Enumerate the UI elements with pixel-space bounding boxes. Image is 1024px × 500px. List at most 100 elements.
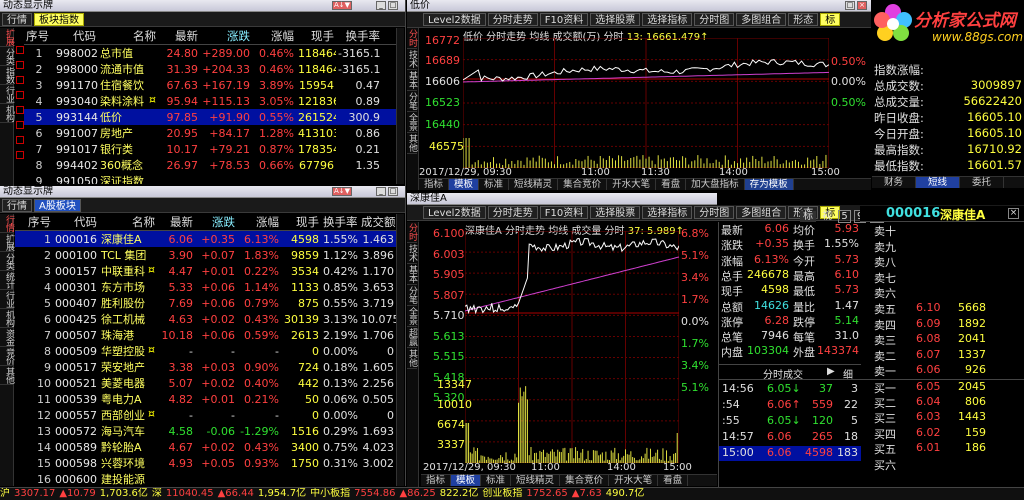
col-header-sorted[interactable]: 涨跌 xyxy=(200,28,252,45)
col-header[interactable]: 名称 xyxy=(98,28,158,45)
side-tab[interactable]: 机构 xyxy=(0,104,14,123)
side-tab[interactable]: 行业 xyxy=(0,85,14,104)
table-row[interactable]: 5 993144 低价 97.85 +91.90 0.55% 261524 300.9 xyxy=(24,109,402,125)
btab[interactable]: 模板 xyxy=(451,475,482,486)
tab-select-stock[interactable]: 选择股票 xyxy=(590,206,641,219)
tick-row[interactable]: 15:00 6.06 4598 183 xyxy=(719,446,861,461)
ticks-arrow-icon[interactable]: ▶ xyxy=(827,366,835,377)
btab-entrust[interactable]: 委托 xyxy=(960,177,1005,188)
btab[interactable]: 指标 xyxy=(419,179,450,190)
bid-level-row[interactable]: 买一 6.05 2045 xyxy=(860,379,1024,395)
table-row[interactable]: 1 000016 深康佳A 6.06 +0.35 6.13% 4598 1.55% 1.463 xyxy=(15,230,396,247)
scrollbar[interactable] xyxy=(396,28,404,184)
side-tab[interactable]: 竞价 xyxy=(0,347,14,366)
btab-finance[interactable]: 财务 xyxy=(872,177,917,188)
btab[interactable]: 看盘 xyxy=(658,475,689,486)
tab-select-stock[interactable]: 选择股票 xyxy=(590,13,641,26)
col-header[interactable]: 现手 xyxy=(296,28,336,45)
ask-level-row[interactable]: 卖二 6.07 1337 xyxy=(860,348,1024,363)
tab-intraday[interactable]: 分时走势 xyxy=(487,206,538,219)
btab[interactable]: 标准 xyxy=(479,179,510,190)
ask-level-row[interactable]: 卖九 xyxy=(860,239,1024,254)
ticks-detail-tab[interactable]: 细 xyxy=(843,366,853,381)
side-tab[interactable]: 分笔 xyxy=(407,285,417,306)
table-row[interactable]: 7 000507 珠海港 10.18 +0.06 0.59% 2613 2.19% 1.706 xyxy=(15,327,396,343)
table-row[interactable]: 14 000589 黔轮胎A 4.67 +0.02 0.43% 3400 0.75% 4.023 xyxy=(15,439,396,455)
table-row[interactable]: 16 000600 建投能源 xyxy=(15,471,396,487)
tab-select-indicator[interactable]: 选择指标 xyxy=(642,13,693,26)
table-row[interactable]: 1 998002 总市值 24.80 +289.00 0.46% 118464 -3165.1 xyxy=(24,45,402,62)
side-tab[interactable]: 其他 xyxy=(0,366,14,385)
side-tab[interactable]: 其他 xyxy=(407,133,417,154)
maximize-icon[interactable]: □ xyxy=(388,187,398,196)
side-tab[interactable]: 扩展 xyxy=(0,233,14,252)
side-tab[interactable]: 技术 xyxy=(407,49,417,70)
tab-quote[interactable]: 行情 xyxy=(2,198,32,212)
col-header[interactable]: 名称 xyxy=(99,214,157,231)
table-row[interactable]: 3 000157 中联重科 ¤ 4.47 +0.01 0.22% 3534 0.42% 1.170 xyxy=(15,263,396,279)
side-tab[interactable]: 分类 xyxy=(0,252,14,271)
top-intraday-chart[interactable] xyxy=(463,38,829,168)
bottom-left-titlebar[interactable]: 动态显示牌 A↓▼ _ □ xyxy=(0,186,405,198)
table-row[interactable]: 4 000301 东方市场 5.33 +0.06 1.14% 1133 0.85% 3.653 xyxy=(15,279,396,295)
btab[interactable]: 存为模板 xyxy=(744,179,794,190)
bid-level-row[interactable]: 买二 6.04 806 xyxy=(860,395,1024,410)
btab[interactable]: 集合竞价 xyxy=(560,475,610,486)
side-tab[interactable]: 机构 xyxy=(0,309,14,328)
ask-level-row[interactable]: 卖四 6.09 1892 xyxy=(860,317,1024,332)
btab-shortline[interactable]: 短线 xyxy=(916,177,961,188)
table-row[interactable]: 13 000572 海马汽车 4.58 -0.06 -1.29% 1516 0.29% 1.69… xyxy=(15,423,396,439)
tab-mark[interactable]: 标 xyxy=(800,211,816,222)
minimize-icon[interactable]: _ xyxy=(376,187,386,196)
table-row[interactable]: 8 994402 360概念 26.97 +78.53 0.66% 67796 1.35 xyxy=(24,157,402,173)
tab-mark[interactable]: 标 xyxy=(820,13,841,26)
num-5-icon[interactable]: 5 xyxy=(838,210,851,223)
btab[interactable]: 短线精灵 xyxy=(509,179,559,190)
side-tab[interactable]: 全景 xyxy=(407,306,417,327)
tab-sector-index[interactable]: 板块指数 xyxy=(34,12,84,26)
col-header[interactable]: 换手率 xyxy=(321,214,359,231)
tab-quote[interactable]: 行情 xyxy=(2,12,32,26)
table-row[interactable]: 8 000509 华塑控股 ¤ - - -0 0.00% 0 xyxy=(15,343,396,359)
btab[interactable]: 短线精灵 xyxy=(511,475,561,486)
tick-row[interactable]: :54 6.06↑ 559 22 xyxy=(719,398,861,413)
ask-level-row[interactable]: 卖一 6.06 926 xyxy=(860,363,1024,378)
side-tab[interactable]: 分时 xyxy=(407,28,417,49)
side-tab[interactable]: 技术 xyxy=(407,243,417,264)
table-row[interactable]: 6 000425 徐工机械 4.63 +0.02 0.43% 30139 3.13% 10.07… xyxy=(15,311,396,327)
side-tab[interactable]: 统计 xyxy=(0,271,14,290)
btab[interactable]: 加大盘指标 xyxy=(686,179,745,190)
top-left-titlebar[interactable]: 动态显示牌 A↓▼ _ □ xyxy=(0,0,405,12)
col-header[interactable]: 成交额 xyxy=(359,214,396,231)
tick-row[interactable]: :55 6.05↓ 120 5 xyxy=(719,414,861,429)
minimize-icon[interactable]: _ xyxy=(376,1,386,10)
tab-timechart[interactable]: 分时图 xyxy=(694,13,735,26)
bottom-chart-titlebar[interactable]: 深康佳A xyxy=(407,193,717,205)
bid-level-row[interactable]: 买四 6.02 159 xyxy=(860,426,1024,441)
table-row[interactable]: 9 000517 荣安地产 3.38 +0.03 0.90% 724 0.18% 1.605 xyxy=(15,359,396,375)
table-row[interactable]: 11 000539 粤电力A 4.82 +0.01 0.21% 50 0.06% 0.505 xyxy=(15,391,396,407)
top-chart-titlebar[interactable]: 低价 □ × xyxy=(407,0,871,12)
tab-select-indicator[interactable]: 选择指标 xyxy=(642,206,693,219)
tab-multi-chart[interactable]: 多图组合 xyxy=(736,13,787,26)
table-row[interactable]: 6 991007 房地产 20.95 +84.17 1.28% 413103 0.86 xyxy=(24,125,402,141)
side-tab[interactable]: 指数 xyxy=(0,66,14,85)
tab-level2[interactable]: Level2数据 xyxy=(423,206,486,219)
bottom-intraday-chart[interactable] xyxy=(465,231,679,463)
table-row[interactable]: 9 991050 深证指数 xyxy=(24,173,402,185)
table-row[interactable]: 12 000557 西部创业 ¤ - - -0 0.00% 0 xyxy=(15,407,396,423)
ask-level-row[interactable]: 卖八 xyxy=(860,254,1024,269)
table-row[interactable]: 4 993040 染料涂料 ¤ 95.94 +115.13 3.05% 121836 0.89 xyxy=(24,93,402,109)
table-row[interactable]: 10 000521 美菱电器 5.07 +0.02 0.40% 442 0.13% 2.256 xyxy=(15,375,396,391)
maximize-icon[interactable]: □ xyxy=(388,1,398,10)
side-tab[interactable]: 分时 xyxy=(407,222,417,243)
table-row[interactable]: 7 991017 银行类 10.17 +79.21 0.87% 178354 0.21 xyxy=(24,141,402,157)
side-tab[interactable]: 基本 xyxy=(407,70,417,91)
col-header[interactable]: 序号 xyxy=(15,214,53,231)
col-header[interactable]: 序号 xyxy=(24,28,54,45)
btab[interactable]: 看盘 xyxy=(656,179,687,190)
ask-level-row[interactable]: 卖五 6.10 5668 xyxy=(860,301,1024,316)
tab-a-share-sector[interactable]: A股板块 xyxy=(34,198,81,212)
side-tab[interactable]: 分类 xyxy=(0,47,14,66)
ask-level-row[interactable]: 卖七 xyxy=(860,270,1024,285)
